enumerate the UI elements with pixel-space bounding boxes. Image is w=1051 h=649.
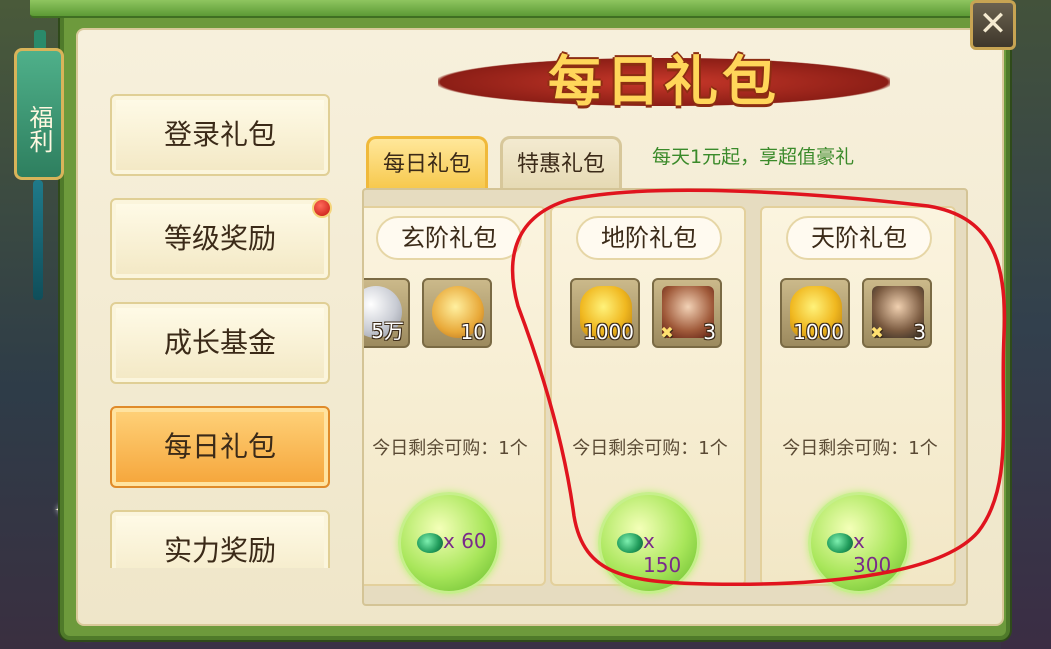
annotation-circle — [510, 188, 1007, 587]
sidebar-item-level-reward[interactable]: 等级奖励 — [110, 198, 330, 280]
tab-special-gift[interactable]: 特惠礼包 — [500, 136, 622, 188]
jade-icon — [417, 533, 443, 553]
sidebar-item-daily-gift[interactable]: 每日礼包 — [110, 406, 330, 488]
frame-top-bar — [30, 0, 990, 18]
price-label: x 60 — [443, 529, 487, 553]
buy-button[interactable]: x 60 — [398, 492, 500, 594]
sidebar-item-power-reward[interactable]: 实力奖励 — [110, 510, 330, 568]
sidebar-nav: 登录礼包 等级奖励 成长基金 每日礼包 实力奖励 — [100, 90, 340, 568]
close-icon: ✕ — [978, 4, 1008, 44]
tassel-decoration — [33, 180, 43, 300]
reward-item[interactable]: 5万 — [364, 278, 410, 348]
tagline: 每天1元起，享超值豪礼 — [652, 146, 855, 168]
page-title: 每日礼包 — [548, 50, 780, 113]
item-quantity: 10 — [460, 320, 486, 344]
reward-item[interactable]: 10 — [422, 278, 492, 348]
item-quantity: 5万 — [371, 319, 404, 343]
sidebar-item-growth-fund[interactable]: 成长基金 — [110, 302, 330, 384]
sidebar-item-login-gift[interactable]: 登录礼包 — [110, 94, 330, 176]
tag-hanger — [34, 30, 46, 50]
close-button[interactable]: ✕ — [970, 0, 1016, 50]
notification-badge — [312, 198, 332, 218]
gift-card-title: 玄阶礼包 — [376, 216, 522, 260]
tab-daily-gift[interactable]: 每日礼包 — [366, 136, 488, 188]
welfare-tag[interactable]: 福利 — [14, 48, 64, 180]
